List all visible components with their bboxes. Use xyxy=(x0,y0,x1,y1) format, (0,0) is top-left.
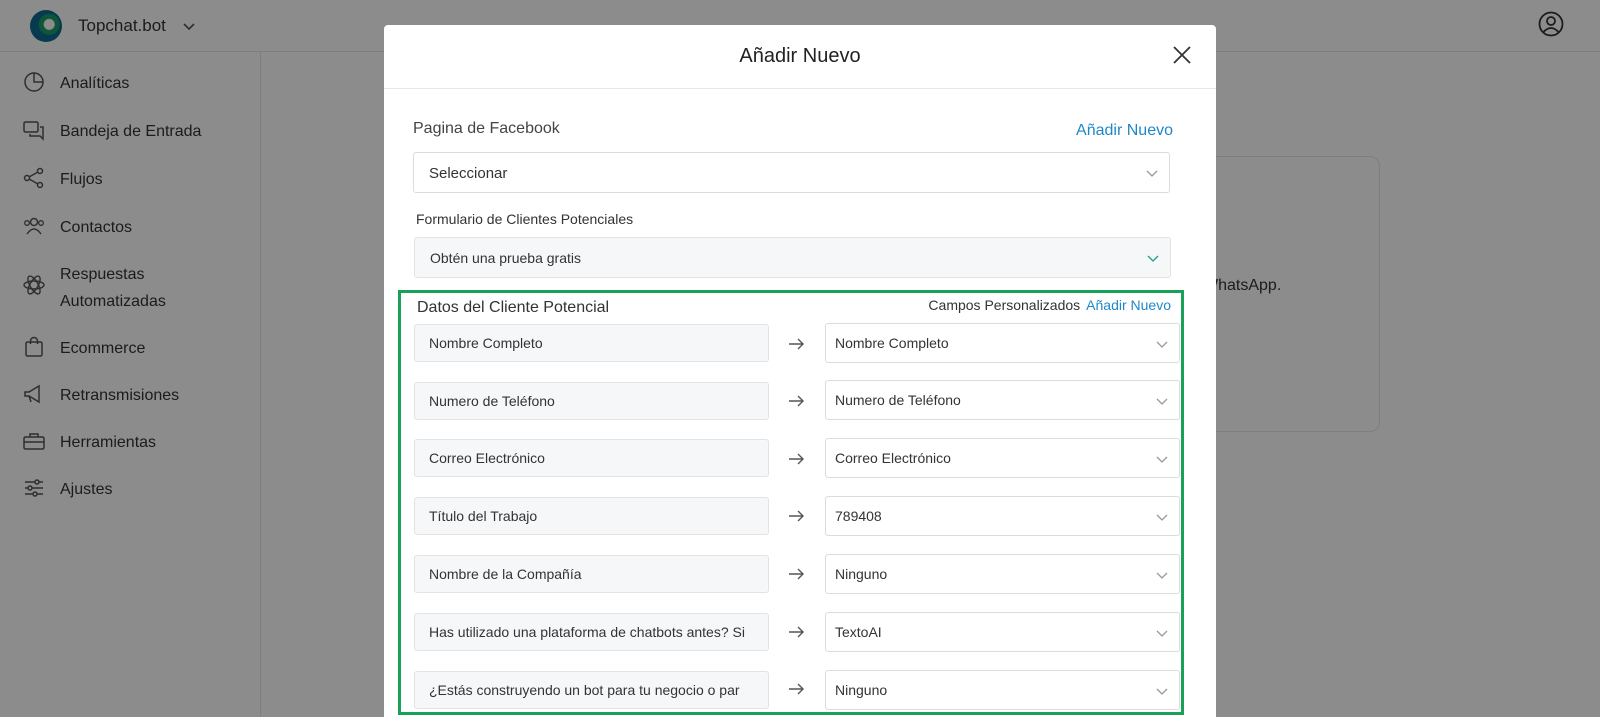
arrow-right-icon xyxy=(789,453,804,465)
lead-data-title: Datos del Cliente Potencial xyxy=(417,299,610,316)
lead-field-target-select[interactable]: TextoAI xyxy=(825,612,1180,652)
lead-field-source: Título del Trabajo xyxy=(414,497,769,535)
chevron-down-icon xyxy=(1156,341,1168,348)
arrow-right-icon xyxy=(789,510,804,522)
close-icon[interactable] xyxy=(1170,43,1194,67)
arrow-right-icon xyxy=(789,395,804,407)
lead-field-source: Has utilizado una plataforma de chatbots… xyxy=(414,613,769,651)
modal-title: Añadir Nuevo xyxy=(739,45,861,67)
lead-field-source: Nombre Completo xyxy=(414,324,769,362)
lead-field-target-select[interactable]: Ninguno xyxy=(825,670,1180,710)
chevron-down-icon xyxy=(1156,456,1168,463)
lead-form-label: Formulario de Clientes Potenciales xyxy=(416,211,634,227)
lead-field-target-select[interactable]: Ninguno xyxy=(825,554,1180,594)
chevron-down-icon xyxy=(1156,688,1168,695)
lead-field-source: Correo Electrónico xyxy=(414,439,769,477)
lead-field-source: Numero de Teléfono xyxy=(414,382,769,420)
custom-fields-label: Campos Personalizados xyxy=(928,297,1081,313)
chevron-down-icon xyxy=(1146,170,1158,177)
chevron-down-icon xyxy=(1156,514,1168,521)
add-facebook-page-link[interactable]: Añadir Nuevo xyxy=(1076,122,1173,140)
lead-field-target-select[interactable]: Numero de Teléfono xyxy=(825,380,1180,420)
add-custom-field-link[interactable]: Añadir Nuevo xyxy=(1086,297,1171,313)
lead-field-source: ¿Estás construyendo un bot para tu negoc… xyxy=(414,671,769,709)
modal-header: Añadir Nuevo xyxy=(384,25,1216,89)
lead-field-target-select[interactable]: Nombre Completo xyxy=(825,323,1180,363)
chevron-down-icon xyxy=(1147,255,1159,262)
arrow-right-icon xyxy=(789,338,804,350)
custom-fields-header: Campos Personalizados Añadir Nuevo xyxy=(928,297,1171,313)
facebook-page-label: Pagina de Facebook xyxy=(413,120,560,137)
lead-form-select[interactable]: Obtén una prueba gratis xyxy=(414,237,1171,278)
lead-data-section: Datos del Cliente Potencial Campos Perso… xyxy=(398,290,1184,715)
lead-field-source: Nombre de la Compañía xyxy=(414,555,769,593)
chevron-down-icon xyxy=(1156,398,1168,405)
arrow-right-icon xyxy=(789,568,804,580)
chevron-down-icon xyxy=(1156,630,1168,637)
lead-field-target-select[interactable]: Correo Electrónico xyxy=(825,438,1180,478)
arrow-right-icon xyxy=(789,626,804,638)
arrow-right-icon xyxy=(789,683,804,695)
add-new-modal: Añadir Nuevo Pagina de Facebook Añadir N… xyxy=(384,25,1216,717)
lead-form-value: Obtén una prueba gratis xyxy=(430,250,581,266)
lead-field-target-select[interactable]: 789408 xyxy=(825,496,1180,536)
facebook-page-select[interactable]: Seleccionar xyxy=(413,152,1170,193)
chevron-down-icon xyxy=(1156,572,1168,579)
facebook-page-value: Seleccionar xyxy=(429,165,508,182)
